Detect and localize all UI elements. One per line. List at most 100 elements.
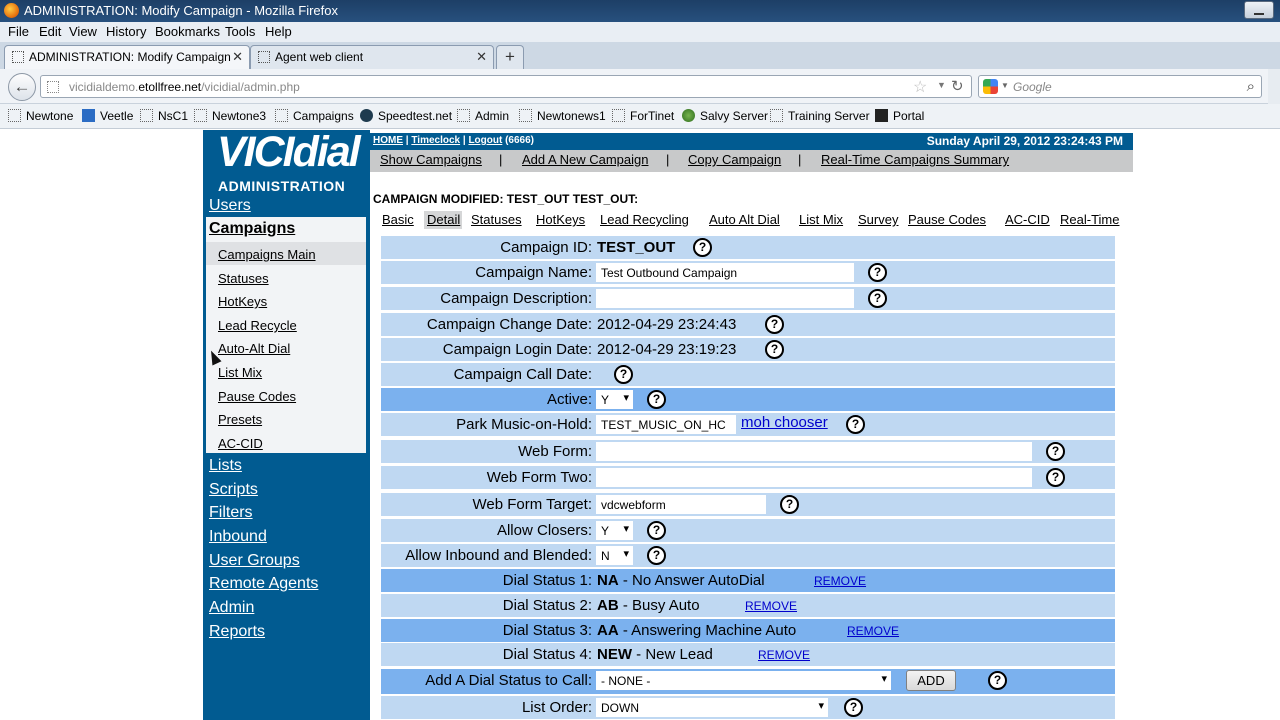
help-icon[interactable]: ? (647, 521, 666, 540)
bookmark-campaigns[interactable]: Campaigns (275, 109, 354, 123)
minimize-button[interactable] (1244, 1, 1274, 19)
bookmark-veetle[interactable]: Veetle (82, 109, 133, 123)
sub-ac-cid[interactable]: AC-CID (218, 436, 263, 451)
help-icon[interactable]: ? (868, 263, 887, 282)
logout-link[interactable]: Logout (468, 135, 502, 146)
show-campaigns-link[interactable]: Show Campaigns (380, 152, 482, 167)
close-icon[interactable]: ✕ (232, 49, 243, 65)
menu-file[interactable]: File (8, 24, 29, 39)
url-dropdown-icon[interactable]: ▼ (937, 80, 946, 90)
new-tab-button[interactable]: + (496, 45, 524, 69)
help-icon[interactable]: ? (647, 546, 666, 565)
sub-presets[interactable]: Presets (218, 412, 262, 427)
menu-edit[interactable]: Edit (39, 24, 61, 39)
tab-auto-alt-dial[interactable]: Auto Alt Dial (709, 212, 780, 227)
nav-filters[interactable]: Filters (209, 504, 253, 522)
tab-survey[interactable]: Survey (858, 212, 898, 227)
bookmark-speedtest[interactable]: Speedtest.net (360, 109, 452, 123)
tab-lead-recycling[interactable]: Lead Recycling (600, 212, 689, 227)
tab-hotkeys[interactable]: HotKeys (536, 212, 585, 227)
allow-inbound-blended-select[interactable]: N (596, 546, 633, 565)
nav-users[interactable]: Users (209, 197, 251, 215)
nav-scripts[interactable]: Scripts (209, 481, 258, 499)
sub-list-mix[interactable]: List Mix (218, 365, 262, 380)
web-form-input[interactable] (596, 442, 1032, 461)
tab-pause-codes[interactable]: Pause Codes (908, 212, 986, 227)
bookmark-fortinet[interactable]: ForTinet (612, 109, 674, 123)
search-icon[interactable]: ⌕ (1247, 78, 1255, 95)
menu-history[interactable]: History (106, 24, 146, 39)
list-order-select[interactable]: DOWN (596, 698, 828, 717)
nav-remote-agents[interactable]: Remote Agents (209, 575, 318, 593)
tab-real-time[interactable]: Real-Time (1060, 212, 1119, 227)
menu-tools[interactable]: Tools (225, 24, 255, 39)
sub-hotkeys[interactable]: HotKeys (218, 294, 267, 309)
help-icon[interactable]: ? (614, 365, 633, 384)
bookmark-star-icon[interactable]: ☆ (913, 77, 927, 97)
back-arrow-icon[interactable]: ← (8, 73, 36, 101)
help-icon[interactable]: ? (988, 671, 1007, 690)
help-icon[interactable]: ? (765, 340, 784, 359)
add-new-campaign-link[interactable]: Add A New Campaign (522, 152, 648, 167)
park-moh-input[interactable]: TEST_MUSIC_ON_HC (596, 415, 736, 434)
remove-dial-status-link[interactable]: REMOVE (847, 624, 899, 638)
realtime-summary-link[interactable]: Real-Time Campaigns Summary (821, 152, 1009, 167)
bookmark-nsc1[interactable]: NsC1 (140, 109, 188, 123)
tab-list-mix[interactable]: List Mix (799, 212, 843, 227)
sub-statuses[interactable]: Statuses (218, 271, 269, 286)
sub-pause-codes[interactable]: Pause Codes (218, 389, 296, 404)
help-icon[interactable]: ? (868, 289, 887, 308)
nav-lists[interactable]: Lists (209, 457, 242, 475)
timeclock-link[interactable]: Timeclock (411, 135, 460, 146)
remove-dial-status-link[interactable]: REMOVE (745, 599, 797, 613)
help-icon[interactable]: ? (780, 495, 799, 514)
add-dial-status-select[interactable]: - NONE - (596, 671, 891, 690)
nav-inbound[interactable]: Inbound (209, 528, 267, 546)
sub-lead-recycle[interactable]: Lead Recycle (218, 318, 297, 333)
add-dial-status-button[interactable]: ADD (906, 670, 956, 691)
nav-user-groups[interactable]: User Groups (209, 552, 300, 570)
menu-bookmarks[interactable]: Bookmarks (155, 24, 220, 39)
help-icon[interactable]: ? (1046, 468, 1065, 487)
tab-agent-web-client[interactable]: Agent web client ✕ (250, 45, 494, 69)
active-select[interactable]: Y (596, 390, 633, 409)
campaign-name-input[interactable]: Test Outbound Campaign (596, 263, 854, 282)
menu-view[interactable]: View (69, 24, 97, 39)
bookmark-portal[interactable]: Portal (875, 109, 924, 123)
home-link[interactable]: HOME (373, 135, 403, 146)
close-icon[interactable]: ✕ (476, 49, 487, 65)
search-engine-dropdown-icon[interactable]: ▼ (1001, 81, 1009, 90)
tab-modify-campaign[interactable]: ADMINISTRATION: Modify Campaign ✕ (4, 45, 250, 69)
bookmark-salvy-server[interactable]: Salvy Server (682, 109, 768, 123)
sub-auto-alt-dial[interactable]: Auto-Alt Dial (218, 341, 290, 356)
tab-ac-cid[interactable]: AC-CID (1005, 212, 1050, 227)
help-icon[interactable]: ? (693, 238, 712, 257)
web-form-target-input[interactable]: vdcwebform (596, 495, 766, 514)
web-form-two-input[interactable] (596, 468, 1032, 487)
nav-admin[interactable]: Admin (209, 599, 254, 617)
copy-campaign-link[interactable]: Copy Campaign (688, 152, 781, 167)
tab-basic[interactable]: Basic (382, 212, 414, 227)
bookmark-newtone3[interactable]: Newtone3 (194, 109, 266, 123)
moh-chooser-link[interactable]: moh chooser (741, 414, 828, 431)
tab-statuses[interactable]: Statuses (471, 212, 522, 227)
help-icon[interactable]: ? (647, 390, 666, 409)
help-icon[interactable]: ? (844, 698, 863, 717)
nav-campaigns[interactable]: Campaigns (206, 217, 366, 241)
allow-closers-select[interactable]: Y (596, 521, 633, 540)
tab-detail[interactable]: Detail (427, 212, 460, 227)
remove-dial-status-link[interactable]: REMOVE (814, 574, 866, 588)
help-icon[interactable]: ? (846, 415, 865, 434)
bookmark-admin[interactable]: Admin (457, 109, 509, 123)
nav-reports[interactable]: Reports (209, 623, 265, 641)
search-bar[interactable]: ▼ Google ⌕ (978, 75, 1262, 98)
campaign-description-input[interactable] (596, 289, 854, 308)
menu-help[interactable]: Help (265, 24, 292, 39)
bookmark-newtone[interactable]: Newtone (8, 109, 73, 123)
help-icon[interactable]: ? (765, 315, 784, 334)
remove-dial-status-link[interactable]: REMOVE (758, 648, 810, 662)
bookmark-training-server[interactable]: Training Server (770, 109, 870, 123)
bookmark-newtonews1[interactable]: Newtonews1 (519, 109, 606, 123)
reload-icon[interactable]: ↻ (951, 77, 964, 95)
help-icon[interactable]: ? (1046, 442, 1065, 461)
